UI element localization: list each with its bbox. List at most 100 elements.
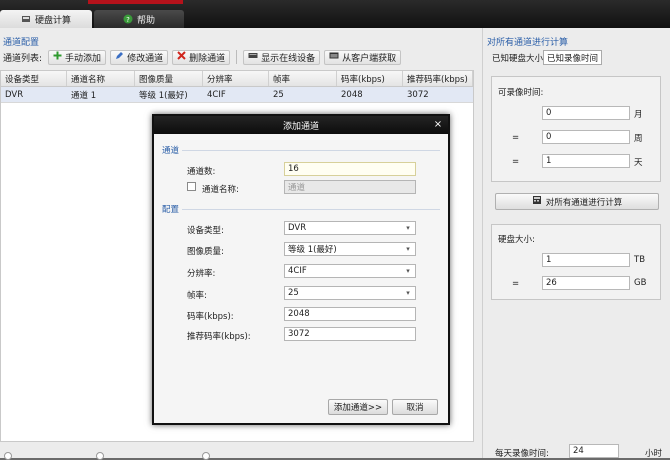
section-divider [182,150,440,151]
table-cell: DVR [5,89,24,100]
calc-all-channels-button[interactable]: 对所有通道进行计算 [495,193,659,210]
column-header[interactable]: 图像质量 [135,71,203,86]
frame-rate-select[interactable]: 25 ▾ [284,286,416,300]
brand-strip [88,0,183,4]
table-cell: 25 [273,89,284,100]
radio-button[interactable] [4,452,12,460]
tab-known-disk-size[interactable]: 已知硬盘大小 [489,50,546,65]
pencil-icon [115,51,124,63]
gb-unit: GB [634,278,647,288]
column-header[interactable]: 码率(kbps) [337,71,403,86]
channel-list-label: 通道列表: [3,53,43,64]
section-divider [182,209,440,210]
cancel-button[interactable]: 取消 [392,399,438,415]
table-header: 设备类型 通道名称 图像质量 分辨率 帧率 码率(kbps) 推荐码率(kbps… [1,71,473,87]
calc-panel: 对所有通道进行计算 已知硬盘大小 已知录像时间 可录像时间: 0 月 = 0 周… [482,28,670,459]
top-bar: 硬盘计算 ? 帮助 [0,0,670,28]
equals-sign: = [512,157,520,167]
image-quality-select[interactable]: 等级 1(最好) ▾ [284,242,416,256]
tab-label: 帮助 [136,15,155,26]
device-type-select[interactable]: DVR ▾ [284,221,416,235]
radio-button[interactable] [202,452,210,460]
delete-icon [177,51,186,63]
table-cell: 通道 1 [71,90,97,101]
equals-sign: = [512,133,520,143]
channel-count-label: 通道数: [187,167,216,177]
column-header[interactable]: 通道名称 [67,71,135,86]
dialog-title: 添加通道 [282,121,319,132]
table-cell: 2048 [341,89,363,100]
months-input[interactable]: 0 [542,106,630,120]
recommended-bitrate-label: 推荐码率(kbps): [187,332,251,342]
device-type-label: 设备类型: [187,226,224,236]
tab-disk-calc[interactable]: 硬盘计算 [0,10,92,28]
device-icon [248,51,258,63]
daily-record-input[interactable]: 24 [569,444,619,458]
disk-size-title: 硬盘大小: [498,235,535,245]
calculator-icon [532,195,542,208]
table-cell: 4CIF [207,89,226,100]
daily-record-unit: 小时 [645,449,663,459]
days-input[interactable]: 1 [542,154,630,168]
tb-unit: TB [634,255,646,265]
channel-name-input[interactable]: 通道 [284,180,416,194]
add-channel-dialog: 添加通道 × 通道 通道数: 16 通道名称: 通道 配置 设备类型: DVR … [152,114,450,425]
weeks-unit: 周 [634,134,643,144]
calc-panel-title: 对所有通道进行计算 [487,38,569,48]
svg-text:?: ? [126,16,130,24]
table-cell: 3072 [407,89,429,100]
column-header[interactable]: 帧率 [269,71,337,86]
manual-add-button[interactable]: 手动添加 [48,49,107,65]
channel-count-input[interactable]: 16 [284,162,416,176]
record-time-title: 可录像时间: [498,88,544,98]
gb-input[interactable]: 26 [542,276,630,290]
frame-rate-label: 帧率: [187,291,207,301]
delete-channel-button[interactable]: 删除通道 [172,49,231,65]
tab-known-record-time[interactable]: 已知录像时间 [543,50,603,65]
chevron-down-icon: ▾ [406,224,410,232]
months-unit: 月 [634,110,643,120]
dialog-title-bar: 添加通道 [154,116,448,134]
record-time-group: 可录像时间: 0 月 = 0 周 = 1 天 [491,76,661,182]
get-from-client-button[interactable]: 从客户端获取 [324,49,402,65]
equals-sign: = [512,279,520,289]
tb-input[interactable]: 1 [542,253,630,267]
image-quality-label: 图像质量: [187,247,224,257]
tab-help[interactable]: ? 帮助 [94,10,184,28]
show-online-devices-button[interactable]: 显示在线设备 [243,49,321,65]
plus-icon [53,51,62,63]
section-config-label: 配置 [162,205,180,215]
bitrate-label: 码率(kbps): [187,312,234,322]
edit-channel-button[interactable]: 修改通道 [110,49,169,65]
bitrate-input[interactable]: 2048 [284,307,416,321]
add-channel-button[interactable]: 添加通道>> [328,399,388,415]
disk-size-group: 硬盘大小: 1 TB = 26 GB [491,224,661,300]
chevron-down-icon: ▾ [406,267,410,275]
channel-name-checkbox[interactable] [187,182,196,191]
column-header[interactable]: 推荐码率(kbps) [403,71,473,86]
app-window: 硬盘计算 ? 帮助 通道配置 通道列表: 手动添加 修改通道 删除通道 显示在线… [0,0,670,460]
recommended-bitrate-input[interactable]: 3072 [284,327,416,341]
folder-icon [329,51,339,63]
help-icon: ? [123,14,133,24]
chevron-down-icon: ▾ [406,289,410,297]
column-header[interactable]: 分辨率 [203,71,269,86]
table-row[interactable]: DVR 通道 1 等级 1(最好) 4CIF 25 2048 3072 [1,87,473,103]
resolution-label: 分辨率: [187,269,216,279]
tab-label: 硬盘计算 [34,15,71,26]
resolution-select[interactable]: 4CIF ▾ [284,264,416,278]
section-channel-label: 通道 [162,146,180,156]
disk-icon [21,14,31,24]
table-cell: 等级 1(最好) [139,90,188,101]
channel-name-label: 通道名称: [202,185,239,195]
chevron-down-icon: ▾ [406,245,410,253]
close-icon[interactable]: × [432,119,444,131]
daily-record-label: 每天录像时间: [495,449,549,459]
radio-button[interactable] [96,452,104,460]
column-header[interactable]: 设备类型 [1,71,67,86]
weeks-input[interactable]: 0 [542,130,630,144]
bottom-options [0,448,480,460]
toolbar-divider [236,50,238,64]
section-label: 通道配置 [3,38,40,48]
channel-toolbar: 通道列表: 手动添加 修改通道 删除通道 显示在线设备 从客户端获取 [0,48,480,66]
